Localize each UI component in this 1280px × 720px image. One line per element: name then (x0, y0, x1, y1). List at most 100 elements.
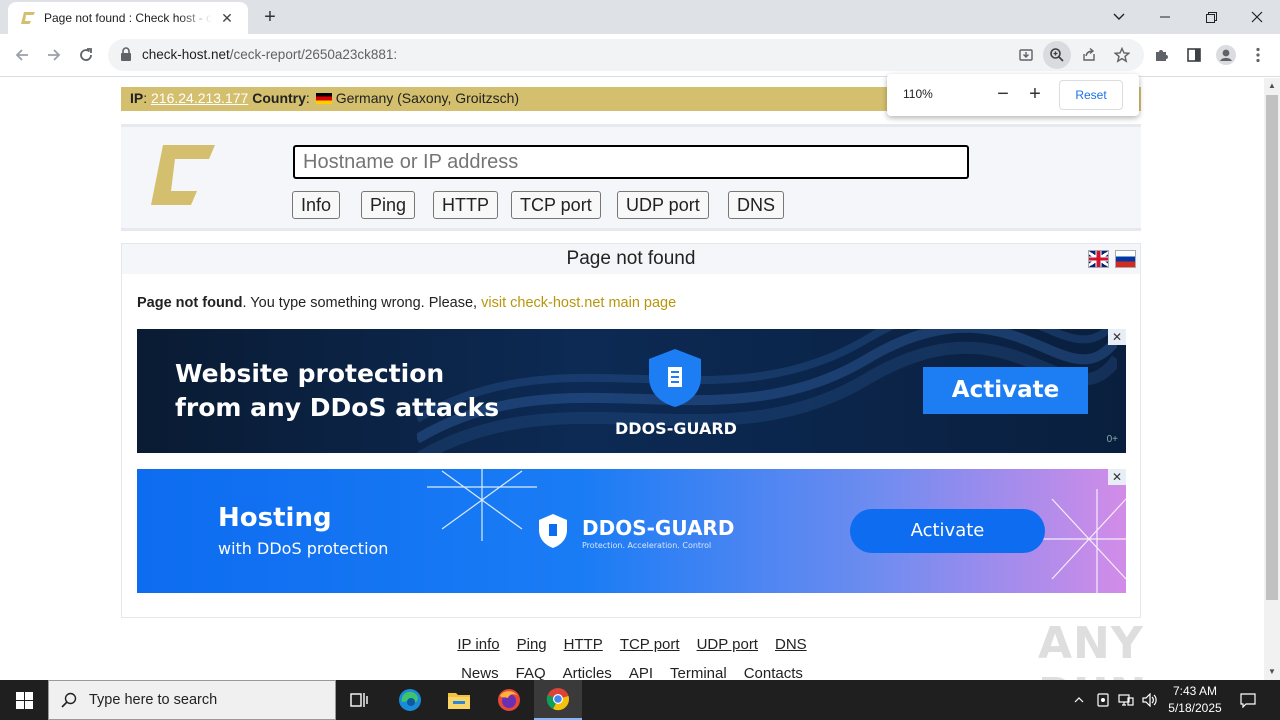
footer-news-link[interactable]: News (461, 665, 499, 680)
browser-toolbar: check-host.net/ceck-report/2650a23ck881: (0, 34, 1280, 77)
back-icon[interactable] (8, 41, 36, 69)
edge-browser-icon[interactable] (386, 680, 434, 720)
scroll-thumb[interactable] (1266, 95, 1278, 600)
germany-flag-icon (315, 93, 332, 104)
panel-header: Page not found (122, 244, 1140, 274)
minimize-icon[interactable] (1142, 0, 1188, 34)
task-view-icon[interactable] (336, 680, 384, 720)
close-window-icon[interactable] (1234, 0, 1280, 34)
taskbar-search-box[interactable]: Type here to search (48, 680, 336, 720)
footer-http-link[interactable]: HTTP (564, 636, 603, 653)
zoom-out-button[interactable]: − (991, 83, 1015, 107)
udp-port-button[interactable]: UDP port (617, 191, 709, 219)
tcp-port-button[interactable]: TCP port (511, 191, 601, 219)
web-page: IP: 216.24.213.177 Country: Germany (Sax… (0, 78, 1264, 680)
ad2-brand: DDOS-GUARD (582, 516, 735, 540)
http-button[interactable]: HTTP (433, 191, 498, 219)
lock-icon[interactable] (120, 47, 134, 63)
firefox-icon[interactable] (485, 680, 533, 720)
chrome-icon[interactable] (534, 680, 582, 720)
footer-contacts-link[interactable]: Contacts (744, 665, 803, 680)
zoom-icon[interactable] (1043, 41, 1071, 69)
system-clock[interactable]: 7:43 AM 5/18/2025 (1160, 683, 1230, 717)
taskbar-search-placeholder: Type here to search (89, 692, 218, 708)
notifications-icon[interactable] (1236, 680, 1260, 720)
install-app-icon[interactable] (1012, 41, 1040, 69)
forward-icon[interactable] (40, 41, 68, 69)
tab-search-icon[interactable] (1096, 0, 1142, 34)
english-flag-icon[interactable] (1088, 250, 1109, 268)
reload-icon[interactable] (72, 41, 100, 69)
footer-articles-link[interactable]: Articles (563, 665, 612, 680)
message-bold: Page not found (137, 295, 243, 311)
country-value: Germany (Saxony, Groitzsch) (335, 90, 520, 106)
network-icon[interactable] (1116, 680, 1136, 720)
zoom-level: 110% (903, 87, 933, 101)
ad2-headline: Hosting (218, 503, 332, 533)
ddos-guard-shield-icon (537, 513, 569, 554)
browser-tab[interactable]: Page not found : Check host - online web… (8, 2, 248, 34)
page-title: Page not found (566, 248, 696, 269)
side-panel-icon[interactable] (1180, 41, 1208, 69)
address-bar[interactable]: check-host.net/ceck-report/2650a23ck881: (108, 39, 1144, 71)
country-label: Country (252, 90, 306, 106)
zoom-in-button[interactable]: + (1023, 83, 1047, 107)
bookmark-star-icon[interactable] (1108, 41, 1136, 69)
not-found-message: Page not found. You type something wrong… (137, 295, 676, 311)
tray-chevron-icon[interactable] (1070, 680, 1088, 720)
ddos-guard-shield-icon (645, 347, 705, 414)
footer-ip-info-link[interactable]: IP info (457, 636, 499, 653)
footer-dns-link[interactable]: DNS (775, 636, 807, 653)
dns-button[interactable]: DNS (728, 191, 785, 219)
footer-terminal-link[interactable]: Terminal (670, 665, 727, 680)
ad1-close-icon[interactable]: ✕ (1108, 329, 1126, 345)
ip-link[interactable]: 216.24.213.177 (151, 90, 248, 106)
new-tab-button[interactable]: + (258, 6, 282, 30)
ad2-activate-button[interactable]: Activate (850, 509, 1045, 553)
main-page-link[interactable]: visit check-host.net main page (481, 295, 676, 311)
url-text: check-host.net/ceck-report/2650a23ck881: (142, 47, 398, 62)
ad2-subline: with DDoS protection (218, 539, 389, 558)
windows-start-icon[interactable] (0, 680, 48, 720)
windows-taskbar: Type here to search 7:43 AM 5/18/2025 (0, 680, 1280, 720)
info-button[interactable]: Info (292, 191, 341, 219)
profile-avatar-icon[interactable] (1212, 41, 1240, 69)
file-explorer-icon[interactable] (435, 680, 483, 720)
share-icon[interactable] (1075, 41, 1103, 69)
clock-time: 7:43 AM (1172, 684, 1218, 698)
scroll-up-icon[interactable]: ▲ (1264, 78, 1280, 94)
check-host-logo[interactable] (151, 145, 215, 212)
hosting-ad-banner[interactable]: Hosting with DDoS protection DDOS-GUARD … (137, 469, 1126, 593)
ad1-activate-button[interactable]: Activate (923, 367, 1088, 414)
footer-ping-link[interactable]: Ping (517, 636, 547, 653)
footer-nav-secondary: News FAQ Articles API Terminal Contacts (0, 665, 1264, 680)
footer-nav-primary: IP info Ping HTTP TCP port UDP port DNS (0, 636, 1264, 653)
footer-faq-link[interactable]: FAQ (516, 665, 546, 680)
search-icon (61, 692, 77, 708)
ping-button[interactable]: Ping (361, 191, 416, 219)
volume-icon[interactable] (1140, 680, 1160, 720)
language-switcher (1088, 250, 1136, 268)
check-search-panel: Info Ping HTTP TCP port UDP port DNS (121, 124, 1141, 231)
footer-udp-port-link[interactable]: UDP port (697, 636, 758, 653)
tray-device-icon[interactable] (1094, 680, 1112, 720)
restore-icon[interactable] (1188, 0, 1234, 34)
ad1-headline: Website protection from any DDoS attacks (175, 357, 499, 425)
page-scrollbar[interactable]: ▲ ▼ (1264, 78, 1280, 680)
ddos-guard-ad-banner[interactable]: Website protection from any DDoS attacks… (137, 329, 1126, 453)
footer-api-link[interactable]: API (629, 665, 653, 680)
ad1-brand: DDOS-GUARD (615, 419, 737, 438)
tab-close-icon[interactable]: ✕ (218, 9, 236, 27)
ip-label: IP (130, 90, 144, 106)
scroll-down-icon[interactable]: ▼ (1264, 664, 1280, 680)
hostname-input[interactable] (293, 145, 969, 179)
ad2-close-icon[interactable]: ✕ (1108, 469, 1126, 485)
russian-flag-icon[interactable] (1115, 250, 1136, 268)
zoom-reset-button[interactable]: Reset (1059, 80, 1123, 110)
footer-tcp-port-link[interactable]: TCP port (620, 636, 680, 653)
age-rating: 0+ (1106, 434, 1118, 445)
ad2-tagline: Protection. Acceleration. Control (582, 541, 712, 550)
menu-kebab-icon[interactable] (1244, 41, 1272, 69)
ad1-line2: from any DDoS attacks (175, 393, 500, 422)
extensions-puzzle-icon[interactable] (1148, 41, 1176, 69)
